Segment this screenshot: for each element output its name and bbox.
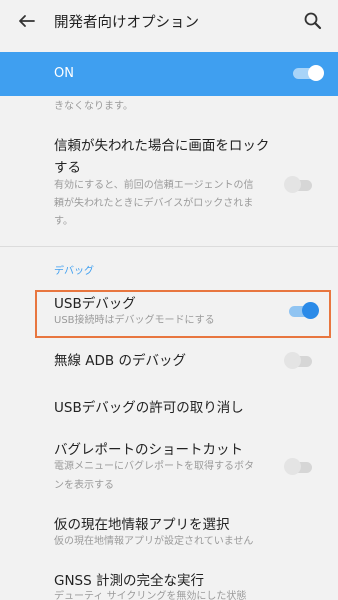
setting-summary: 頼が失われたときにデバイスがロックされま — [54, 198, 254, 209]
app-bar: 開発者向けオプション — [0, 0, 338, 44]
setting-title: 信頼が失われた場合に画面をロック — [54, 138, 270, 154]
section-divider — [0, 246, 338, 247]
usb-debugging-toggle[interactable] — [287, 302, 319, 320]
setting-summary: す。 — [54, 216, 73, 227]
setting-title-continued: する — [54, 160, 81, 176]
lock-on-trust-lost-toggle[interactable] — [284, 176, 316, 194]
section-header-debug: デバッグ — [54, 266, 94, 277]
master-switch-label: ON — [54, 66, 74, 81]
wireless-adb-toggle[interactable] — [284, 352, 316, 370]
back-arrow-icon — [19, 15, 35, 27]
toggle-thumb — [284, 352, 301, 369]
setting-title: USBデバッグの許可の取り消し — [54, 400, 244, 416]
bug-report-shortcut-toggle[interactable] — [284, 458, 316, 476]
toggle-thumb — [308, 65, 324, 81]
toggle-thumb — [302, 302, 319, 319]
previous-item-summary: きなくなります。 — [54, 101, 133, 112]
setting-title: 無線 ADB のデバッグ — [54, 353, 186, 369]
setting-summary: 電源メニューにバグレポートを取得するボタ — [54, 461, 254, 472]
page-title: 開発者向けオプション — [54, 15, 199, 31]
toggle-thumb — [284, 458, 301, 475]
search-button[interactable] — [300, 8, 326, 34]
setting-summary: USB接続時はデバッグモードにする — [54, 315, 215, 326]
toggle-thumb — [284, 176, 301, 193]
back-button[interactable] — [14, 8, 40, 34]
search-icon — [304, 12, 322, 30]
setting-summary: 仮の現在地情報アプリが設定されていません — [54, 536, 254, 547]
developer-options-master-switch[interactable]: ON — [0, 52, 338, 96]
setting-summary: ンを表示する — [54, 480, 114, 491]
master-toggle[interactable] — [292, 64, 324, 82]
setting-summary: デューティ サイクリングを無効にした状態 — [54, 591, 247, 600]
setting-summary: 有効にすると、前回の信頼エージェントの信 — [54, 180, 254, 191]
